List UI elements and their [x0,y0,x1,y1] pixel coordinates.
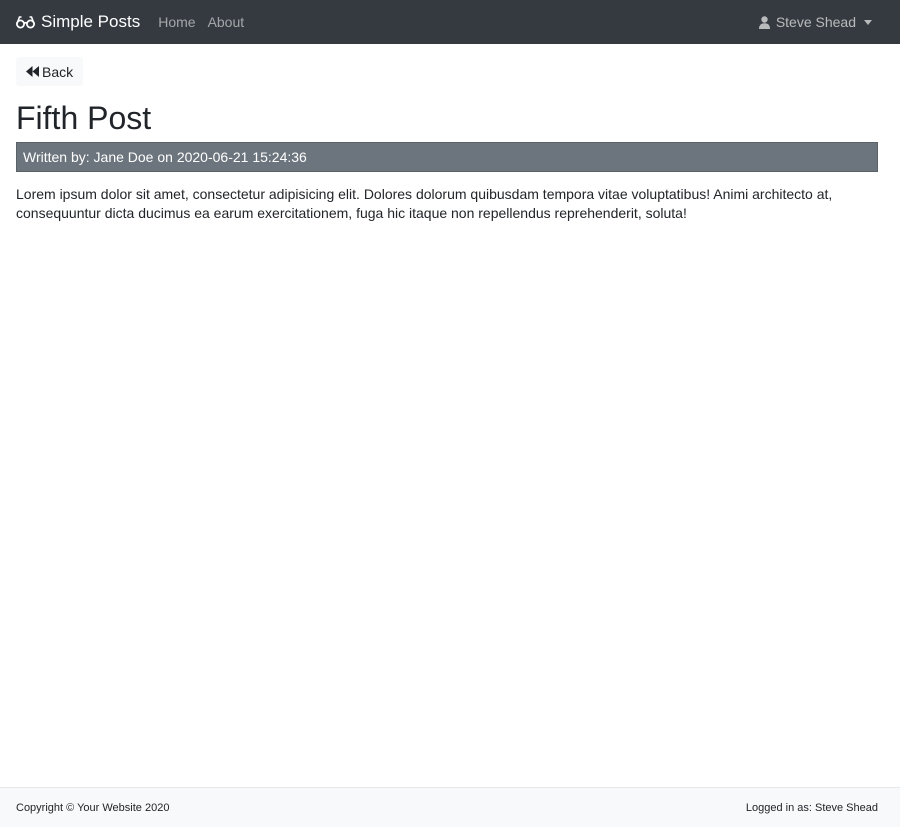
brand-link[interactable]: Simple Posts [16,12,140,32]
page-footer: Copyright © Your Website 2020 Logged in … [0,787,900,827]
back-button-label: Back [42,63,74,80]
glasses-icon [16,15,35,29]
back-button[interactable]: Back [16,57,84,86]
footer-copyright: Copyright © Your Website 2020 [16,801,170,814]
user-name: Steve Shead [775,14,856,30]
post-title: Fifth Post [16,100,152,136]
nav-link-home[interactable]: Home [158,14,195,30]
brand-label: Simple Posts [41,12,141,31]
chevron-down-icon [864,19,872,25]
top-navbar: Simple Posts Home About Steve Shead [0,0,900,44]
post-byline: Written by: Jane Doe on 2020-06-21 15:24… [16,142,878,172]
user-dropdown[interactable]: Steve Shead [758,14,872,30]
user-icon [758,15,770,29]
nav-link-about[interactable]: About [208,14,245,30]
footer-logged-in: Logged in as: Steve Shead [745,801,878,814]
post-body: Lorem ipsum dolor sit amet, consectetur … [16,186,833,221]
backward-icon [26,66,39,77]
